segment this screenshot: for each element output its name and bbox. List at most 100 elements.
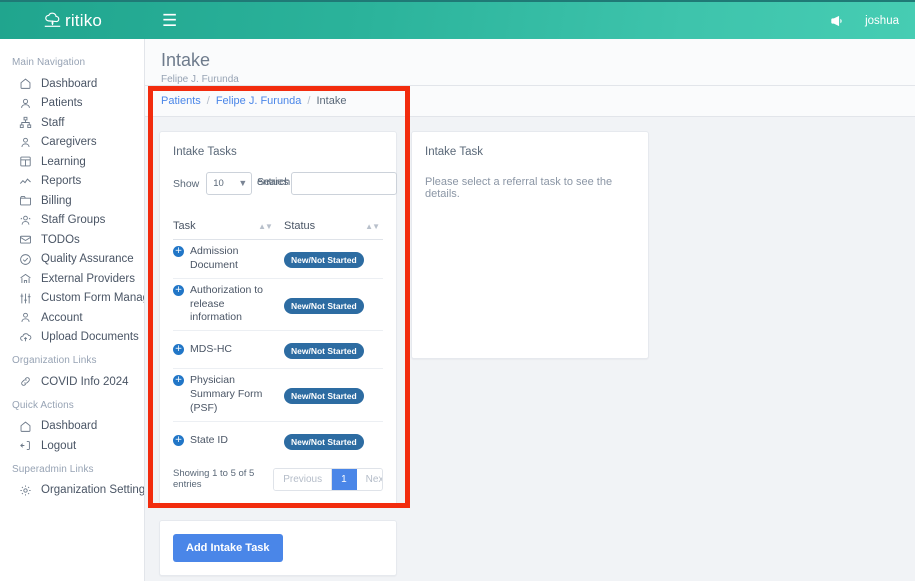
intake-task-empty-message: Please select a referral task to see the… <box>425 176 635 200</box>
breadcrumb-item-current: Intake <box>316 95 346 107</box>
folder-icon <box>18 194 32 208</box>
sidebar-item-organization-settings[interactable]: Organization Settings <box>0 481 144 501</box>
user-menu[interactable]: joshua <box>865 15 899 27</box>
sidebar-item-label: Quality Assurance <box>41 253 134 265</box>
search-input[interactable] <box>291 172 397 195</box>
users-group-icon <box>18 213 32 227</box>
sidebar-item-label: Dashboard <box>41 420 97 432</box>
hamburger-icon[interactable]: ☰ <box>156 8 183 33</box>
home-icon <box>18 419 32 433</box>
table-header-row: Task ▲▼ Status ▲▼ <box>173 216 383 240</box>
task-cell: + MDS-HC <box>173 343 276 357</box>
user-circle-icon <box>18 135 32 149</box>
task-cell: + State ID <box>173 434 276 448</box>
sidebar-item-staff[interactable]: Staff <box>0 113 144 133</box>
task-name: State ID <box>190 434 228 448</box>
sidebar-item-label: Logout <box>41 440 76 452</box>
sidebar-item-patients[interactable]: Patients <box>0 94 144 114</box>
cloud-upload-icon <box>18 330 32 344</box>
right-column: Intake Task Please select a referral tas… <box>411 131 649 581</box>
sidebar-item-learning[interactable]: Learning <box>0 152 144 172</box>
intake-tasks-table: Task ▲▼ Status ▲▼ + Admission Doc <box>173 216 383 460</box>
sidebar-item-reports[interactable]: Reports <box>0 172 144 192</box>
plus-circle-icon[interactable]: + <box>173 375 184 386</box>
sidebar-item-label: COVID Info 2024 <box>41 376 129 388</box>
task-name: Admission Document <box>190 245 276 273</box>
gear-icon <box>18 483 32 497</box>
sidebar-item-billing[interactable]: Billing <box>0 191 144 211</box>
sidebar-item-custom-form-manager[interactable]: Custom Form Manager <box>0 289 144 309</box>
search-label: Search: <box>257 176 293 188</box>
table-controls: Show 10 25 50 100 ▼ ent <box>173 172 383 206</box>
pagination-next[interactable]: Next <box>357 469 383 490</box>
clinic-icon <box>18 272 32 286</box>
sidebar-item-caregivers[interactable]: Caregivers <box>0 133 144 153</box>
table-row[interactable]: + Admission Document New/Not Started <box>173 240 383 279</box>
page-title: Intake <box>161 50 915 71</box>
task-name: MDS-HC <box>190 343 232 357</box>
sidebar-item-staff-groups[interactable]: Staff Groups <box>0 211 144 231</box>
sidebar-item-dashboard[interactable]: Dashboard <box>0 74 144 94</box>
user-icon <box>18 96 32 110</box>
column-header-status[interactable]: Status ▲▼ <box>276 220 383 232</box>
sidebar-item-external-providers[interactable]: External Providers <box>0 269 144 289</box>
sidebar-heading-organization: Organization Links <box>0 347 144 372</box>
sidebar-item-label: Staff Groups <box>41 214 105 226</box>
sidebar-item-covid-info[interactable]: COVID Info 2024 <box>0 372 144 392</box>
sidebar-item-logout[interactable]: Logout <box>0 436 144 456</box>
breadcrumb: Patients / Felipe J. Furunda / Intake <box>145 86 915 117</box>
left-column: Intake Tasks Show 10 25 50 100 <box>159 131 397 581</box>
sidebar-heading-main: Main Navigation <box>0 49 144 74</box>
sitemap-icon <box>18 116 32 130</box>
table-row[interactable]: + Physician Summary Form (PSF) New/Not S… <box>173 369 383 422</box>
task-cell: + Physician Summary Form (PSF) <box>173 374 276 416</box>
sidebar-item-quality-assurance[interactable]: Quality Assurance <box>0 250 144 270</box>
pagination-page-1[interactable]: 1 <box>332 469 357 490</box>
table-row[interactable]: + Authorization to release information N… <box>173 279 383 332</box>
brand-logo[interactable]: ritiko <box>0 2 145 39</box>
check-circle-icon <box>18 252 32 266</box>
top-navbar: ritiko ☰ joshua <box>0 0 915 39</box>
sidebar-item-todos[interactable]: TODOs <box>0 230 144 250</box>
plus-circle-icon[interactable]: + <box>173 435 184 446</box>
table-row[interactable]: + State ID New/Not Started <box>173 422 383 460</box>
sidebar-item-label: Patients <box>41 97 83 109</box>
table-footer: Showing 1 to 5 of 5 entries Previous 1 N… <box>173 468 383 491</box>
plus-circle-icon[interactable]: + <box>173 344 184 355</box>
column-header-task-label: Task <box>173 220 196 232</box>
page-size-select[interactable]: 10 25 50 100 <box>206 172 252 195</box>
status-badge: New/Not Started <box>284 298 364 314</box>
plus-circle-icon[interactable]: + <box>173 285 184 296</box>
sidebar-item-label: Account <box>41 312 83 324</box>
page-header: Intake Felipe J. Furunda <box>145 39 915 86</box>
page-size-select-wrap[interactable]: 10 25 50 100 ▼ <box>206 172 252 195</box>
table-row[interactable]: + MDS-HC New/Not Started <box>173 331 383 369</box>
user-badge-icon <box>18 311 32 325</box>
sidebar-item-upload-documents[interactable]: Upload Documents <box>0 328 144 348</box>
task-cell: + Admission Document <box>173 245 276 273</box>
megaphone-icon[interactable] <box>829 14 843 28</box>
brand-name: ritiko <box>65 11 102 31</box>
sidebar-item-label: Dashboard <box>41 78 97 90</box>
status-cell: New/Not Started <box>276 341 383 359</box>
plus-circle-icon[interactable]: + <box>173 246 184 257</box>
sidebar-item-quick-dashboard[interactable]: Dashboard <box>0 417 144 437</box>
main-content: Intake Felipe J. Furunda Patients / Feli… <box>145 39 915 581</box>
content-columns: Intake Tasks Show 10 25 50 100 <box>145 117 915 581</box>
topbar-right-group: joshua <box>829 14 915 28</box>
cloud-icon <box>43 12 62 29</box>
sidebar-item-label: Upload Documents <box>41 331 139 343</box>
sidebar[interactable]: Main Navigation Dashboard Patients Staff… <box>0 39 145 581</box>
column-header-task[interactable]: Task ▲▼ <box>173 220 276 232</box>
add-intake-task-button[interactable]: Add Intake Task <box>173 534 283 562</box>
breadcrumb-separator: / <box>207 95 210 107</box>
sidebar-item-account[interactable]: Account <box>0 308 144 328</box>
status-cell: New/Not Started <box>276 432 383 450</box>
sidebar-item-label: Caregivers <box>41 136 97 148</box>
pagination-previous[interactable]: Previous <box>274 469 332 490</box>
sort-both-icon: ▲▼ <box>365 222 383 231</box>
status-badge: New/Not Started <box>284 252 364 268</box>
intake-task-detail-title: Intake Task <box>425 146 635 158</box>
breadcrumb-item-patient[interactable]: Felipe J. Furunda <box>216 95 302 107</box>
breadcrumb-item-patients[interactable]: Patients <box>161 95 201 107</box>
